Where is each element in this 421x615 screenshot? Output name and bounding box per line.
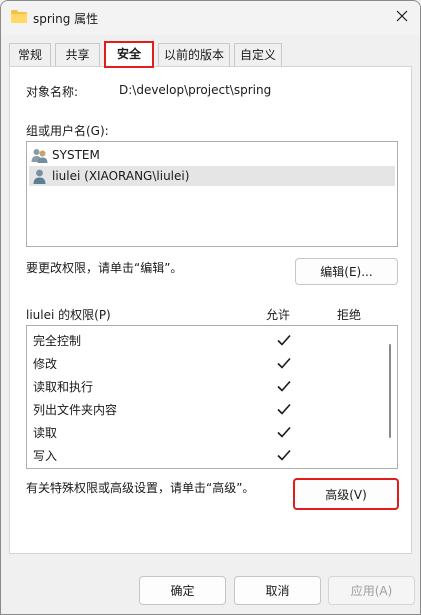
tab-strip: 常规 共享 安全 以前的版本 自定义 bbox=[9, 41, 409, 68]
ok-button-label: 确定 bbox=[170, 584, 195, 598]
permission-name: 读取和执行 bbox=[33, 380, 94, 394]
apply-button[interactable]: 应用(A) bbox=[328, 576, 415, 605]
tab-sharing[interactable]: 共享 bbox=[55, 43, 100, 67]
tab-label: 安全 bbox=[116, 47, 141, 61]
user-name: liulei (XIAORANG\liulei) bbox=[52, 169, 190, 183]
apply-button-label: 应用(A) bbox=[350, 584, 393, 598]
security-panel: 对象名称: D:\develop\project\spring 组或用户名(G)… bbox=[9, 66, 412, 554]
permission-row: 完全控制 bbox=[33, 329, 383, 352]
cancel-button-label: 取消 bbox=[265, 584, 290, 598]
close-button[interactable] bbox=[390, 5, 414, 29]
permission-row: 写入 bbox=[33, 444, 383, 467]
list-item-system[interactable]: SYSTEM bbox=[29, 145, 395, 165]
tab-security[interactable]: 安全 bbox=[104, 41, 154, 68]
user-icon bbox=[31, 168, 48, 185]
edit-button[interactable]: 编辑(E)... bbox=[295, 258, 398, 285]
permission-name: 完全控制 bbox=[33, 334, 82, 348]
users-listbox[interactable]: SYSTEM liulei (XIAORANG\liulei) bbox=[26, 141, 398, 247]
deny-header: 拒绝 bbox=[337, 308, 362, 322]
tab-customize[interactable]: 自定义 bbox=[234, 43, 282, 67]
folder-icon bbox=[11, 10, 27, 23]
window-title: spring 属性 bbox=[33, 12, 99, 26]
tab-label: 常规 bbox=[17, 48, 42, 62]
advanced-hint: 有关特殊权限或高级设置，请单击“高级”。 bbox=[26, 481, 255, 495]
permission-row: 修改 bbox=[33, 352, 383, 375]
user-name: SYSTEM bbox=[52, 148, 100, 162]
tab-general[interactable]: 常规 bbox=[9, 43, 51, 67]
ok-button[interactable]: 确定 bbox=[139, 576, 226, 605]
checkmark-icon bbox=[277, 402, 291, 416]
permissions-label: liulei 的权限(P) bbox=[26, 308, 111, 322]
close-icon bbox=[396, 10, 408, 25]
advanced-button[interactable]: 高级(V) bbox=[293, 478, 399, 510]
permission-row: 列出文件夹内容 bbox=[33, 398, 383, 421]
permission-row: 读取和执行 bbox=[33, 375, 383, 398]
object-name-label: 对象名称: bbox=[26, 85, 79, 99]
tab-label: 共享 bbox=[65, 48, 90, 62]
allow-header: 允许 bbox=[266, 308, 291, 322]
tab-label: 以前的版本 bbox=[163, 48, 224, 62]
checkmark-icon bbox=[277, 333, 291, 347]
checkmark-icon bbox=[277, 425, 291, 439]
permission-name: 列出文件夹内容 bbox=[33, 403, 118, 417]
checkmark-icon bbox=[277, 448, 291, 462]
permission-name: 修改 bbox=[33, 357, 58, 371]
checkmark-icon bbox=[277, 379, 291, 393]
list-item-liulei[interactable]: liulei (XIAORANG\liulei) bbox=[29, 166, 395, 186]
edit-button-label: 编辑(E)... bbox=[320, 265, 373, 279]
object-path: D:\develop\project\spring bbox=[119, 83, 272, 97]
checkmark-icon bbox=[277, 356, 291, 370]
scrollbar[interactable] bbox=[389, 344, 391, 438]
edit-hint: 要更改权限，请单击“编辑”。 bbox=[26, 261, 183, 275]
group-users-label: 组或用户名(G): bbox=[26, 124, 109, 138]
permission-row: 读取 bbox=[33, 421, 383, 444]
cancel-button[interactable]: 取消 bbox=[234, 576, 321, 605]
title-bar[interactable]: spring 属性 bbox=[1, 1, 420, 35]
permission-name: 读取 bbox=[33, 426, 58, 440]
permissions-list[interactable]: 完全控制 修改 读取和执行 列出文件夹内容 读取 写入 bbox=[26, 325, 398, 469]
advanced-button-label: 高级(V) bbox=[325, 487, 367, 502]
tab-label: 自定义 bbox=[239, 48, 276, 62]
dialog-footer: 确定 取消 应用(A) bbox=[1, 554, 420, 614]
tab-previous-versions[interactable]: 以前的版本 bbox=[158, 43, 230, 67]
properties-dialog: spring 属性 常规 共享 安全 以前的版本 自定义 对象名称: D:\de… bbox=[0, 0, 421, 615]
permission-name: 写入 bbox=[33, 449, 58, 463]
users-group-icon bbox=[31, 147, 48, 164]
